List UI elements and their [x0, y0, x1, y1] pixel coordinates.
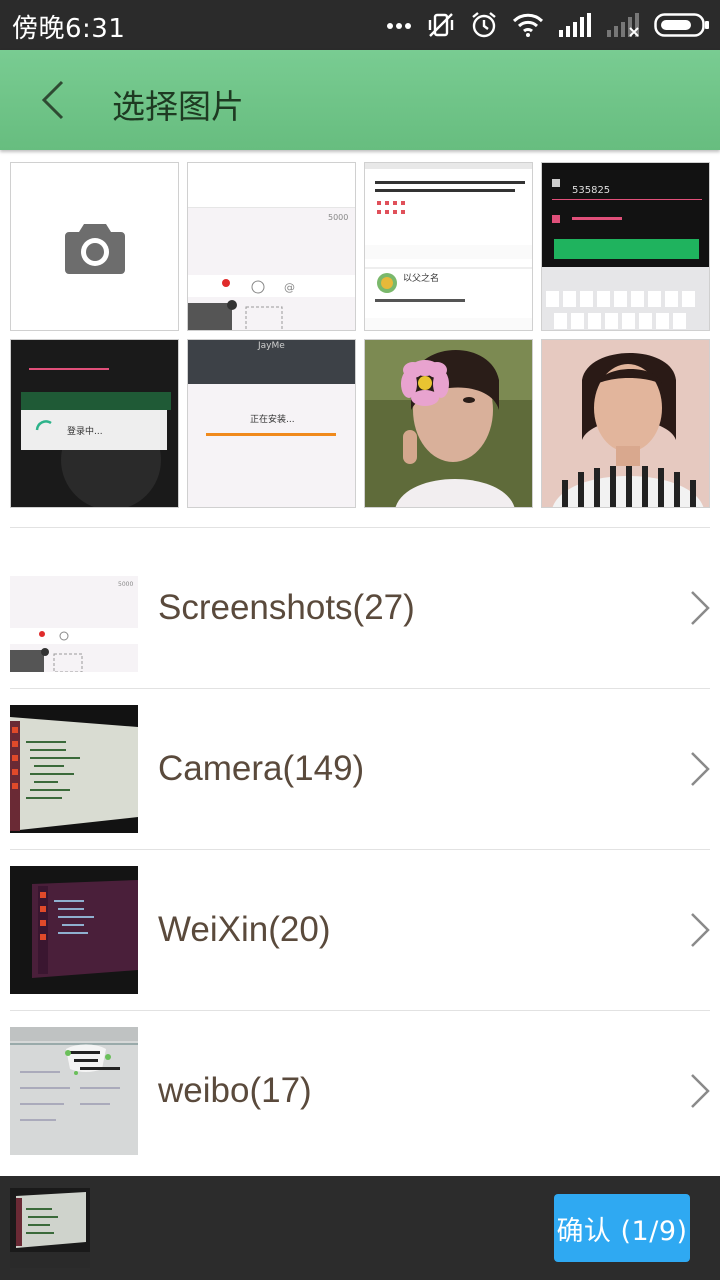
svg-text:5000: 5000: [118, 581, 133, 588]
wifi-icon: [512, 12, 544, 38]
vibrate-off-icon: [426, 10, 456, 40]
status-icons: [386, 8, 710, 42]
chevron-right-icon: [691, 913, 710, 947]
page-title: 选择图片: [112, 87, 244, 126]
svg-text:5000: 5000: [328, 213, 348, 222]
chevron-right-icon: [691, 1074, 710, 1108]
divider: [10, 1010, 710, 1011]
svg-text:JayMe: JayMe: [257, 341, 285, 351]
photo-thumbnail[interactable]: [541, 339, 710, 508]
svg-text:535825: 535825: [572, 185, 610, 196]
signal-icon: [558, 12, 592, 38]
photo-thumbnail[interactable]: JayMe 正在安装...: [187, 339, 356, 508]
chevron-left-icon: [41, 80, 64, 120]
album-name: Screenshots(27): [158, 588, 415, 627]
album-name: weibo(17): [158, 1071, 312, 1110]
chevron-right-icon: [691, 591, 710, 625]
svg-text:登录中...: 登录中...: [67, 425, 103, 437]
photo-thumbnail[interactable]: 以父之名: [364, 162, 533, 331]
photo-thumbnail[interactable]: 登录中...: [10, 339, 179, 508]
bottom-bar: 确认 (1/9): [0, 1176, 720, 1280]
status-time: 傍晚6:31: [12, 14, 126, 44]
photo-thumbnail[interactable]: [364, 339, 533, 508]
album-thumbnail: 5000: [10, 544, 138, 672]
chevron-right-icon: [691, 752, 710, 786]
album-name: WeiXin(20): [158, 910, 331, 949]
signal-off-icon: [606, 12, 640, 38]
more-dots-icon: [386, 20, 412, 30]
camera-icon: [64, 223, 125, 274]
photo-thumbnail[interactable]: 5000 @: [187, 162, 356, 331]
divider: [10, 527, 710, 528]
album-thumbnail: [10, 1027, 138, 1155]
divider: [10, 688, 710, 689]
app-header: 选择图片: [0, 50, 720, 150]
album-name: Camera(149): [158, 749, 365, 788]
status-bar: 傍晚6:31: [0, 0, 720, 50]
battery-icon: [654, 12, 710, 38]
svg-text:正在安装...: 正在安装...: [250, 413, 295, 425]
album-row[interactable]: WeiXin(20): [10, 866, 720, 994]
confirm-button[interactable]: 确认 (1/9): [554, 1194, 690, 1262]
album-row[interactable]: 5000 Screenshots(27): [10, 544, 720, 672]
photo-thumbnail[interactable]: 535825: [541, 162, 710, 331]
album-row[interactable]: weibo(17): [10, 1027, 720, 1155]
svg-text:以父之名: 以父之名: [403, 272, 439, 284]
album-thumbnail: [10, 705, 138, 833]
alarm-icon: [470, 11, 498, 39]
back-button[interactable]: [28, 72, 78, 128]
divider: [10, 849, 710, 850]
album-row[interactable]: Camera(149): [10, 705, 720, 833]
selected-photo-thumbnail[interactable]: [10, 1188, 90, 1268]
album-thumbnail: [10, 866, 138, 994]
take-photo-tile[interactable]: [10, 162, 179, 331]
svg-text:@: @: [284, 281, 295, 294]
